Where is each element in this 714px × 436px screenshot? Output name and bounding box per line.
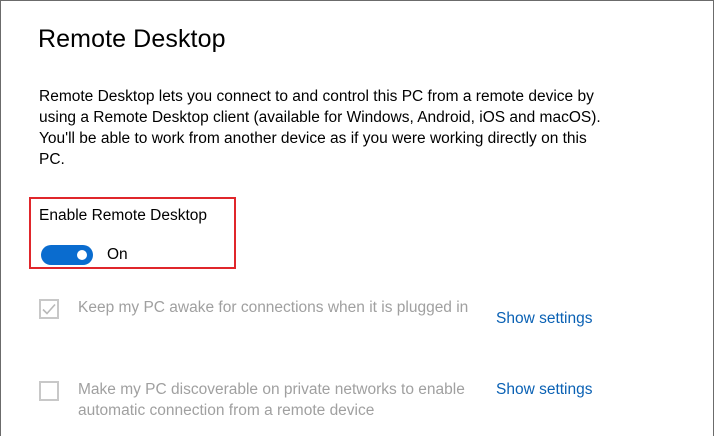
page-title: Remote Desktop — [38, 25, 226, 53]
enable-remote-desktop-toggle[interactable]: On — [41, 244, 128, 266]
checkmark-icon — [42, 303, 56, 315]
discoverable-show-settings-link[interactable]: Show settings — [496, 381, 593, 399]
toggle-switch[interactable] — [41, 245, 93, 265]
keep-awake-show-settings-link[interactable]: Show settings — [496, 310, 593, 328]
settings-panel: Remote Desktop Remote Desktop lets you c… — [0, 0, 714, 436]
discoverable-label: Make my PC discoverable on private netwo… — [78, 381, 465, 419]
toggle-knob — [77, 250, 87, 260]
toggle-state-text: On — [107, 246, 128, 263]
keep-awake-label: Keep my PC awake for connections when it… — [78, 299, 469, 316]
keep-awake-option: Keep my PC awake for connections when it… — [39, 297, 501, 319]
discoverable-option: Make my PC discoverable on private netwo… — [39, 379, 488, 421]
enable-remote-desktop-label: Enable Remote Desktop — [39, 207, 208, 224]
keep-awake-checkbox[interactable] — [39, 299, 59, 319]
discoverable-checkbox[interactable] — [39, 381, 59, 401]
remote-desktop-description: Remote Desktop lets you connect to and c… — [39, 88, 601, 168]
